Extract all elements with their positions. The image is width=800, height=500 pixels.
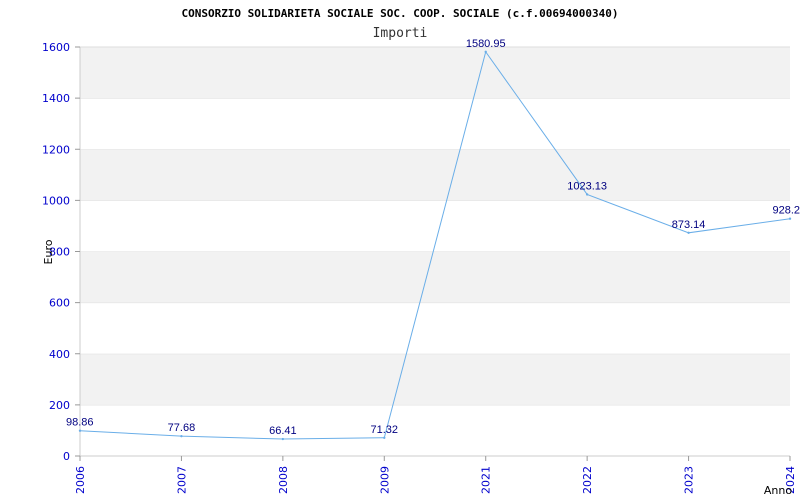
y-axis-label: Euro [42,239,55,264]
data-label: 77.68 [168,422,196,434]
data-point [180,434,183,438]
grid-band [80,47,790,99]
plot-background-bands [80,46,790,456]
data-point [383,436,386,439]
y-tick-label: 400 [49,348,70,361]
data-label: 873.14 [672,219,706,231]
data-point [788,217,792,220]
x-tick-label: 2021 [480,466,493,494]
data-label: 928.2 [772,205,800,217]
data-label: 66.41 [269,425,297,437]
data-point [484,50,487,54]
data-label: 98.86 [66,417,94,429]
y-tick-label: 1600 [42,41,70,54]
y-tick-label: 0 [63,450,70,463]
data-point [78,429,82,432]
grid-band [80,353,790,405]
data-point [585,193,589,196]
x-tick-label: 2023 [683,466,696,494]
chart-subtitle: Importi [373,26,428,41]
line-chart: CONSORZIO SOLIDARIETA SOCIALE SOC. COOP.… [42,7,800,497]
x-tick-label: 2009 [378,466,391,494]
y-tick-label: 1000 [42,194,70,207]
y-tick-label: 600 [49,297,70,310]
x-tick-label: 2007 [175,466,188,494]
grid-band [80,302,790,354]
data-label: 1580.95 [466,38,506,50]
x-axis-label: Anno [764,484,792,497]
y-tick-label: 1400 [42,92,70,105]
chart-title: CONSORZIO SOLIDARIETA SOCIALE SOC. COOP.… [181,7,618,20]
x-axis-ticks: 2006 2007 2008 2009 2021 2022 2023 2024 [74,456,797,494]
x-tick-label: 2008 [277,466,290,494]
x-tick-label: 2006 [74,466,87,494]
data-point [687,231,690,235]
data-label: 71.32 [371,424,399,436]
y-tick-label: 200 [49,399,70,412]
chart-container: CONSORZIO SOLIDARIETA SOCIALE SOC. COOP.… [0,0,800,500]
grid-band [80,251,790,303]
x-tick-label: 2022 [581,466,594,494]
data-point [281,437,285,441]
y-tick-label: 1200 [42,143,70,156]
grid-band [80,149,790,201]
data-label: 1023.13 [567,180,607,192]
grid-band [80,98,790,150]
